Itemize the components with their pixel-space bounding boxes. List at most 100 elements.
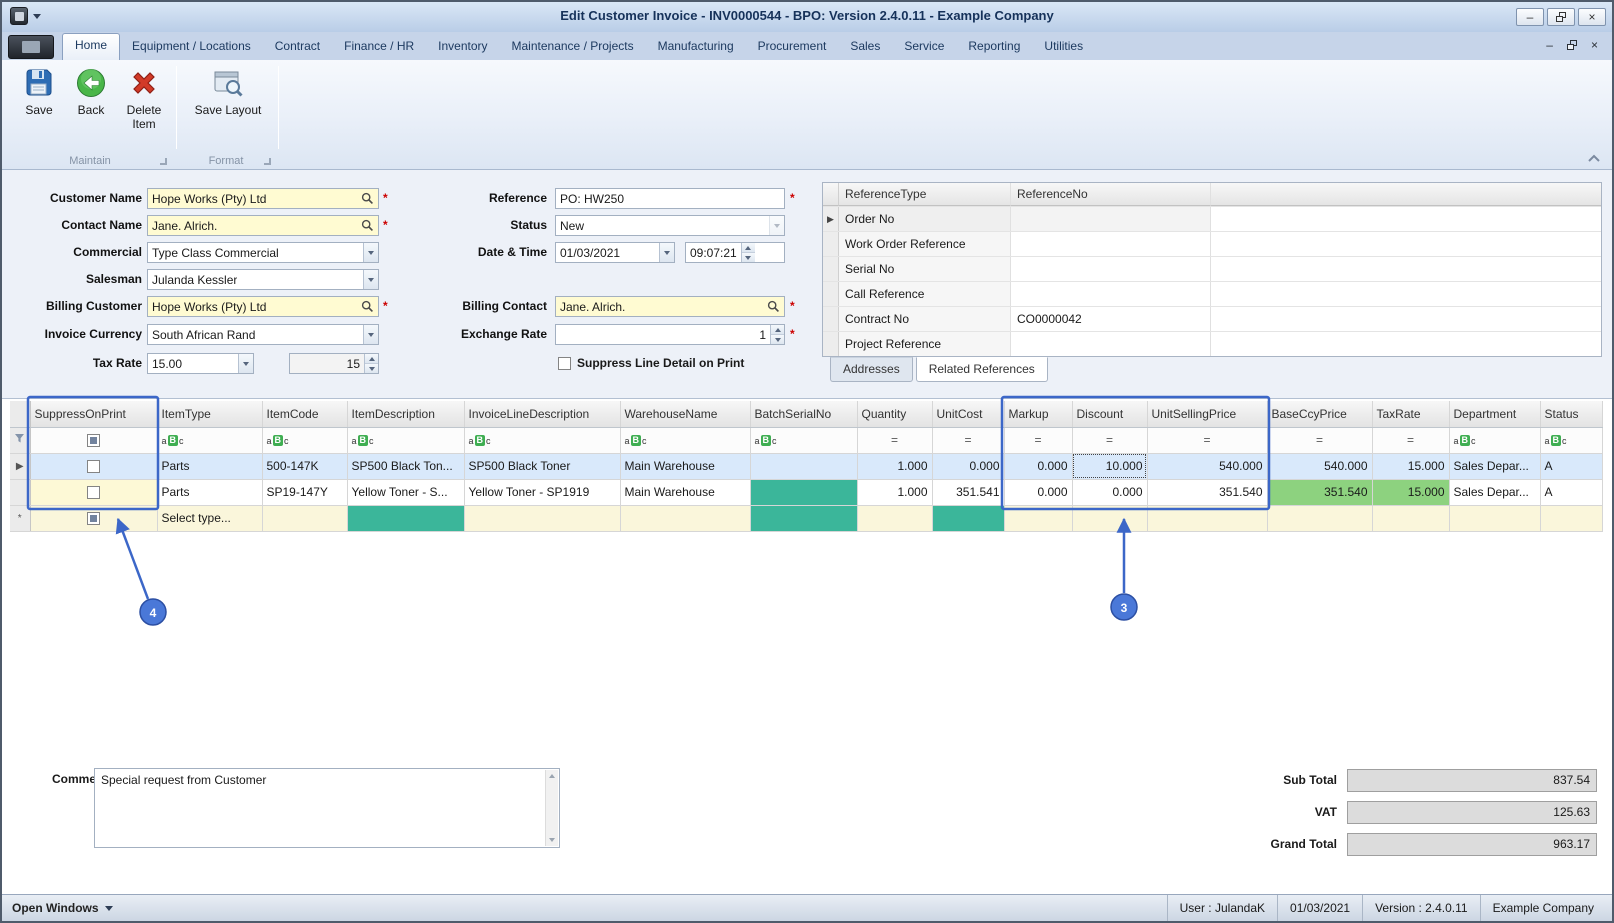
cell-markup[interactable] <box>1004 505 1073 532</box>
equals-filter-icon[interactable]: = <box>1152 433 1263 447</box>
text-filter-icon[interactable]: aBc <box>352 435 374 446</box>
cell-quantity[interactable]: 1.000 <box>857 479 933 506</box>
spinner-arrows-icon[interactable] <box>740 243 755 262</box>
dropdown-arrow-icon[interactable] <box>363 325 378 344</box>
tab-service[interactable]: Service <box>892 34 956 60</box>
cell-department[interactable]: Sales Depar... <box>1449 479 1541 506</box>
cell-unitcost[interactable] <box>932 505 1005 532</box>
cell-invoicelinedescription[interactable]: SP500 Black Toner <box>464 453 621 480</box>
cell-itemdescription[interactable]: SP500 Black Ton... <box>347 453 465 480</box>
suppress-line-detail-checkbox[interactable]: Suppress Line Detail on Print <box>558 356 744 370</box>
reference-no-header[interactable]: ReferenceNo <box>1011 183 1211 206</box>
save-layout-button[interactable]: Save Layout <box>190 66 266 118</box>
col-taxrate[interactable]: TaxRate <box>1372 401 1450 428</box>
tab-procurement[interactable]: Procurement <box>746 34 839 60</box>
status-dropdown[interactable]: New <box>555 215 785 236</box>
cell-unitsellingprice[interactable] <box>1147 505 1268 532</box>
cell-itemdescription[interactable]: Yellow Toner - S... <box>347 479 465 506</box>
filter-warehousename[interactable]: aBc <box>620 427 751 454</box>
scrollbar[interactable] <box>545 770 558 846</box>
mdi-close-button[interactable]: × <box>1591 38 1598 52</box>
reference-no-cell[interactable] <box>1011 282 1211 306</box>
reference-no-cell[interactable] <box>1011 332 1211 356</box>
cell-department[interactable]: Sales Depar... <box>1449 453 1541 480</box>
invoice-line-row[interactable]: ▶ Parts 500-147K SP500 Black Ton... SP50… <box>10 453 1603 480</box>
col-itemtype[interactable]: ItemType <box>157 401 263 428</box>
col-batchserialno[interactable]: BatchSerialNo <box>750 401 858 428</box>
text-filter-icon[interactable]: aBc <box>162 435 184 446</box>
filter-markup[interactable]: = <box>1004 427 1073 454</box>
col-status[interactable]: Status <box>1540 401 1603 428</box>
col-unitcost[interactable]: UnitCost <box>932 401 1005 428</box>
commercial-dropdown[interactable]: Type Class Commercial <box>147 242 379 263</box>
mdi-minimize-button[interactable]: – <box>1546 38 1553 52</box>
tab-reporting[interactable]: Reporting <box>956 34 1032 60</box>
format-dialog-launcher-icon[interactable] <box>264 158 271 165</box>
col-suppressonprint[interactable]: SuppressOnPrint <box>30 401 158 428</box>
billing-contact-input[interactable]: Jane. Alrich. <box>555 296 785 317</box>
text-filter-icon[interactable]: aBc <box>1454 435 1476 446</box>
filter-status[interactable]: aBc <box>1540 427 1603 454</box>
col-warehousename[interactable]: WarehouseName <box>620 401 751 428</box>
text-filter-icon[interactable]: aBc <box>625 435 647 446</box>
reference-type-cell[interactable]: Call Reference <box>839 282 1011 306</box>
text-filter-icon[interactable]: aBc <box>755 435 777 446</box>
cell-unitcost[interactable]: 0.000 <box>932 453 1005 480</box>
col-discount[interactable]: Discount <box>1072 401 1148 428</box>
text-filter-icon[interactable]: aBc <box>1545 435 1567 446</box>
cell-quantity[interactable]: 1.000 <box>857 453 933 480</box>
reference-no-cell[interactable] <box>1011 232 1211 256</box>
filter-discount[interactable]: = <box>1072 427 1148 454</box>
cell-itemcode[interactable]: 500-147K <box>262 453 348 480</box>
reference-type-cell[interactable]: Order No <box>839 207 1011 231</box>
equals-filter-icon[interactable]: = <box>1077 433 1143 447</box>
application-menu-button[interactable] <box>8 35 54 59</box>
equals-filter-icon[interactable]: = <box>1009 433 1068 447</box>
equals-filter-icon[interactable]: = <box>1377 433 1445 447</box>
col-unitsellingprice[interactable]: UnitSellingPrice <box>1147 401 1268 428</box>
search-icon[interactable] <box>361 219 374 232</box>
dropdown-arrow-icon[interactable] <box>659 243 674 262</box>
filter-batchserialno[interactable]: aBc <box>750 427 858 454</box>
cell-invoicelinedescription[interactable]: Yellow Toner - SP1919 <box>464 479 621 506</box>
cell-itemdescription[interactable] <box>347 505 465 532</box>
comment-textarea[interactable]: Special request from Customer <box>94 768 560 848</box>
cell-markup[interactable]: 0.000 <box>1004 479 1073 506</box>
tab-addresses[interactable]: Addresses <box>830 357 913 382</box>
cell-suppressonprint[interactable] <box>30 453 158 480</box>
checkbox-indeterminate-icon[interactable] <box>87 512 100 526</box>
invoice-line-row[interactable]: Parts SP19-147Y Yellow Toner - S... Yell… <box>10 479 1603 506</box>
cell-suppressonprint[interactable] <box>30 505 158 532</box>
filter-department[interactable]: aBc <box>1449 427 1541 454</box>
cell-itemtype[interactable]: Parts <box>157 453 263 480</box>
checkbox-icon[interactable] <box>87 486 100 500</box>
mdi-restore-button[interactable] <box>1566 40 1577 50</box>
search-icon[interactable] <box>361 300 374 313</box>
tab-utilities[interactable]: Utilities <box>1032 34 1095 60</box>
tax-rate-dropdown[interactable]: 15.00 <box>147 353 254 374</box>
search-icon[interactable] <box>361 192 374 205</box>
cell-status[interactable]: A <box>1540 453 1603 480</box>
filter-quantity[interactable]: = <box>857 427 933 454</box>
tab-contract[interactable]: Contract <box>263 34 332 60</box>
open-windows-menu[interactable]: Open Windows <box>2 901 113 915</box>
tab-maintenance-projects[interactable]: Maintenance / Projects <box>500 34 646 60</box>
cell-status[interactable]: A <box>1540 479 1603 506</box>
col-markup[interactable]: Markup <box>1004 401 1073 428</box>
reference-no-cell[interactable] <box>1011 257 1211 281</box>
invoice-currency-dropdown[interactable]: South African Rand <box>147 324 379 345</box>
col-invoicelinedescription[interactable]: InvoiceLineDescription <box>464 401 621 428</box>
cell-taxrate[interactable] <box>1372 505 1450 532</box>
checkbox-icon[interactable] <box>558 356 571 370</box>
reference-row[interactable]: ▶ Order No <box>823 207 1601 232</box>
cell-discount[interactable]: 0.000 <box>1072 479 1148 506</box>
billing-customer-input[interactable]: Hope Works (Pty) Ltd <box>147 296 379 317</box>
reference-row[interactable]: Call Reference <box>823 282 1601 307</box>
tab-related-references[interactable]: Related References <box>915 357 1048 382</box>
new-row[interactable]: * Select type... <box>10 505 1603 532</box>
filter-unitsellingprice[interactable]: = <box>1147 427 1268 454</box>
cell-batchserialno[interactable] <box>750 505 858 532</box>
spinner-arrows-icon[interactable] <box>364 354 378 373</box>
delete-item-button[interactable]: Delete Item <box>118 66 170 132</box>
reference-type-cell[interactable]: Project Reference <box>839 332 1011 356</box>
